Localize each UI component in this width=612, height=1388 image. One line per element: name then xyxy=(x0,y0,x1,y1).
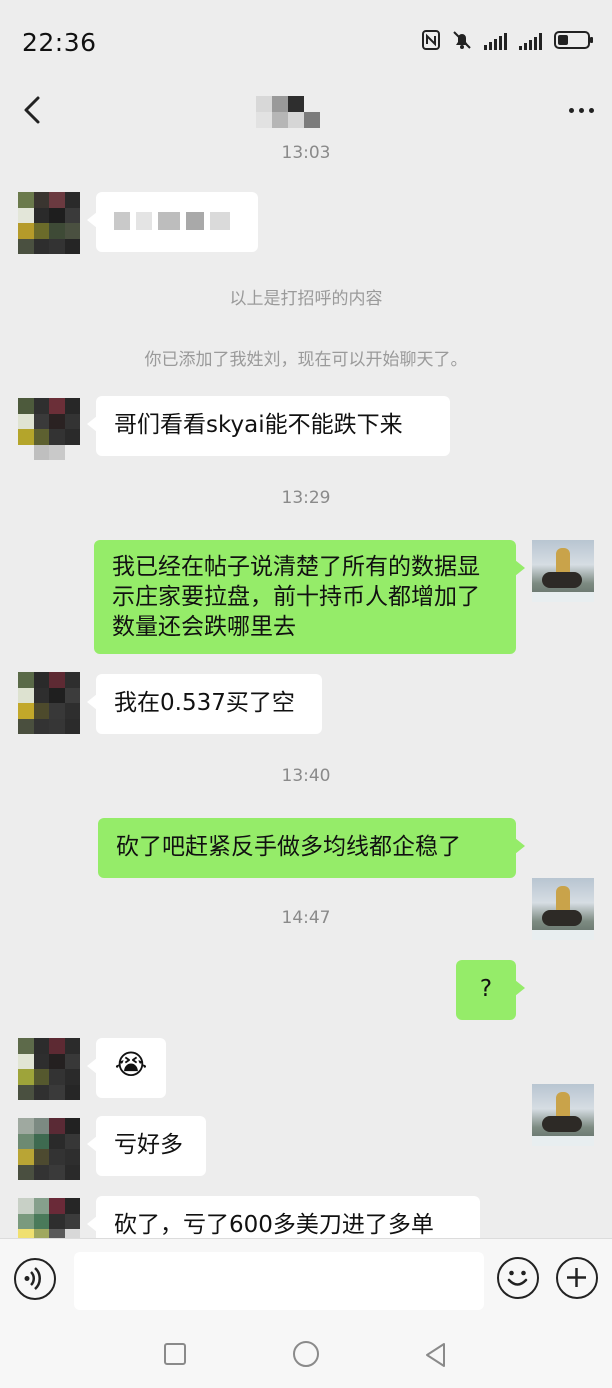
chat-title-pixelated xyxy=(256,96,320,128)
contact-avatar[interactable] xyxy=(18,672,80,734)
contact-avatar[interactable] xyxy=(18,1038,80,1100)
mute-bell-icon xyxy=(453,31,471,49)
contact-avatar[interactable] xyxy=(18,192,80,254)
status-time: 22:36 xyxy=(22,28,97,57)
message-bubble-outgoing[interactable]: 砍了吧赶紧反手做多均线都企稳了 xyxy=(98,818,525,878)
my-avatar[interactable] xyxy=(532,1084,594,1146)
timestamp: 13:40 xyxy=(281,766,331,786)
signal-icon xyxy=(484,30,507,50)
message-bubble-outgoing[interactable]: ? xyxy=(456,960,525,1020)
my-avatar[interactable] xyxy=(532,540,594,602)
message-bubble-emoji[interactable]: 😭 xyxy=(87,1038,166,1098)
message-bubble-incoming[interactable]: 哥们看看skyai能不能跌下来 xyxy=(87,396,450,456)
home-icon[interactable] xyxy=(293,1341,319,1367)
more-dots-icon[interactable] xyxy=(569,108,594,113)
emoji-icon[interactable] xyxy=(497,1257,539,1299)
nfc-icon xyxy=(422,30,440,50)
voice-icon[interactable] xyxy=(14,1258,56,1300)
timestamp: 13:03 xyxy=(281,143,331,163)
nav-back-icon[interactable] xyxy=(424,1342,448,1368)
battery-icon xyxy=(554,31,593,49)
recent-apps-icon[interactable] xyxy=(164,1343,186,1365)
back-arrow-icon[interactable] xyxy=(16,92,52,128)
plus-icon[interactable] xyxy=(556,1257,598,1299)
message-bubble-outgoing[interactable]: 我已经在帖子说清楚了所有的数据显示庄家要拉盘，前十持币人都增加了数量还会跌哪里去 xyxy=(94,540,525,654)
message-input[interactable] xyxy=(74,1252,484,1310)
contact-avatar[interactable] xyxy=(18,398,80,460)
message-bubble-pixelated[interactable] xyxy=(87,192,258,252)
status-icons xyxy=(422,30,593,50)
contact-avatar[interactable] xyxy=(18,1118,80,1180)
message-bubble-incoming[interactable]: 亏好多 xyxy=(87,1116,206,1176)
system-note: 你已添加了我姓刘，现在可以开始聊天了。 xyxy=(144,350,468,370)
system-note: 以上是打招呼的内容 xyxy=(229,289,383,309)
message-bubble-incoming[interactable]: 我在0.537买了空 xyxy=(87,674,322,734)
timestamp: 14:47 xyxy=(281,908,331,928)
timestamp: 13:29 xyxy=(281,488,331,508)
signal-icon-2 xyxy=(519,30,542,50)
